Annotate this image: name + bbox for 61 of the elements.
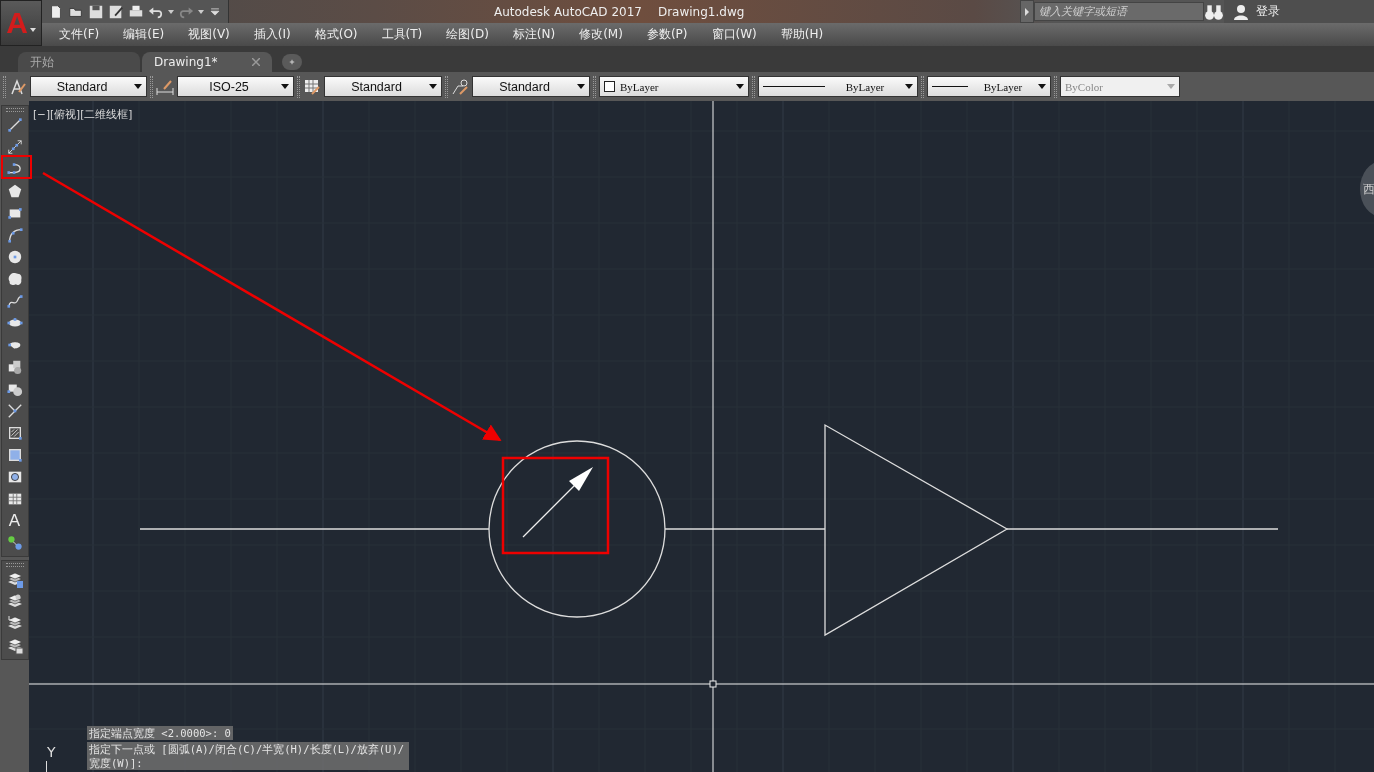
color-swatch-icon xyxy=(604,81,615,92)
property-dropdown[interactable]: ISO-25 xyxy=(177,76,294,97)
menu-item[interactable]: 绘图(D) xyxy=(440,26,495,43)
property-dropdown[interactable]: Standard xyxy=(30,76,147,97)
ucs-axis-label: Y xyxy=(47,744,56,760)
line-icon xyxy=(6,117,23,133)
region-icon xyxy=(6,469,23,485)
new-file-icon xyxy=(48,3,64,20)
file-tab[interactable]: 开始 xyxy=(18,52,140,72)
circle-icon xyxy=(6,249,23,265)
pentagon-icon xyxy=(6,183,23,199)
leader-style-icon xyxy=(451,77,469,96)
line-preview-icon xyxy=(763,86,825,87)
text-style-icon xyxy=(9,77,27,96)
spline-icon xyxy=(6,293,23,309)
save-icon xyxy=(88,3,104,20)
menu-item[interactable]: 参数(P) xyxy=(640,26,694,43)
property-dropdown[interactable]: ByLayer xyxy=(758,76,918,97)
command-line-text: 指定下一点或 [圆弧(A)/闭合(C)/半宽(H)/长度(L)/放弃(U)/宽度(W)]: xyxy=(87,742,409,770)
property-dropdown[interactable]: ByLayer xyxy=(599,76,749,97)
viewport-label[interactable]: [−][俯视][二维线框] xyxy=(33,108,133,122)
close-icon[interactable] xyxy=(252,58,260,66)
polyline-arrow xyxy=(522,467,593,538)
file-name: Drawing1.dwg xyxy=(657,4,745,19)
point-icon xyxy=(6,403,23,419)
cloud-icon xyxy=(6,271,23,287)
save-as-icon xyxy=(108,3,124,20)
menu-item[interactable]: 视图(V) xyxy=(182,26,236,43)
search-field[interactable]: 键入关键字或短语 xyxy=(1034,2,1204,21)
new-tab-button[interactable] xyxy=(282,54,302,70)
menu-item[interactable]: 格式(O) xyxy=(308,26,364,43)
view-cube[interactable]: 西 xyxy=(1360,161,1374,217)
menu-item[interactable]: 帮助(H) xyxy=(774,26,830,43)
arc-icon xyxy=(6,227,23,243)
menu-item[interactable]: 窗口(W) xyxy=(705,26,763,43)
window-title: Autodesk AutoCAD 2017 xyxy=(494,4,642,19)
insert-block-icon xyxy=(6,359,23,375)
menu-item[interactable]: 修改(M) xyxy=(573,26,629,43)
user-icon xyxy=(1232,2,1250,21)
menu-item[interactable]: 工具(T) xyxy=(375,26,429,43)
text-tool[interactable]: A xyxy=(3,510,26,532)
command-line-text: 指定端点宽度 <2.0000>: 0 xyxy=(87,726,233,740)
gradient-icon xyxy=(6,447,23,463)
file-tab[interactable]: Drawing1* xyxy=(142,52,272,72)
line-preview-icon xyxy=(932,86,968,87)
table-icon xyxy=(6,491,23,507)
add-selected-icon xyxy=(6,535,23,551)
menu-item[interactable]: 标注(N) xyxy=(506,26,562,43)
property-dropdown[interactable]: Standard xyxy=(324,76,442,97)
property-dropdown[interactable]: Standard xyxy=(472,76,590,97)
layer-properties-icon xyxy=(5,571,24,589)
rectangle-icon xyxy=(6,205,23,221)
table-style-icon xyxy=(303,77,321,96)
expand-icon[interactable] xyxy=(1020,0,1034,23)
property-dropdown[interactable]: ByLayer xyxy=(927,76,1051,97)
menu-item[interactable]: 文件(F) xyxy=(53,26,106,43)
menu-item[interactable]: 编辑(E) xyxy=(117,26,171,43)
menu-item[interactable]: 插入(I) xyxy=(247,26,297,43)
hatch-icon xyxy=(6,425,23,441)
sign-in-button[interactable]: 登录 xyxy=(1256,3,1280,20)
layer-list-icon xyxy=(5,637,24,655)
